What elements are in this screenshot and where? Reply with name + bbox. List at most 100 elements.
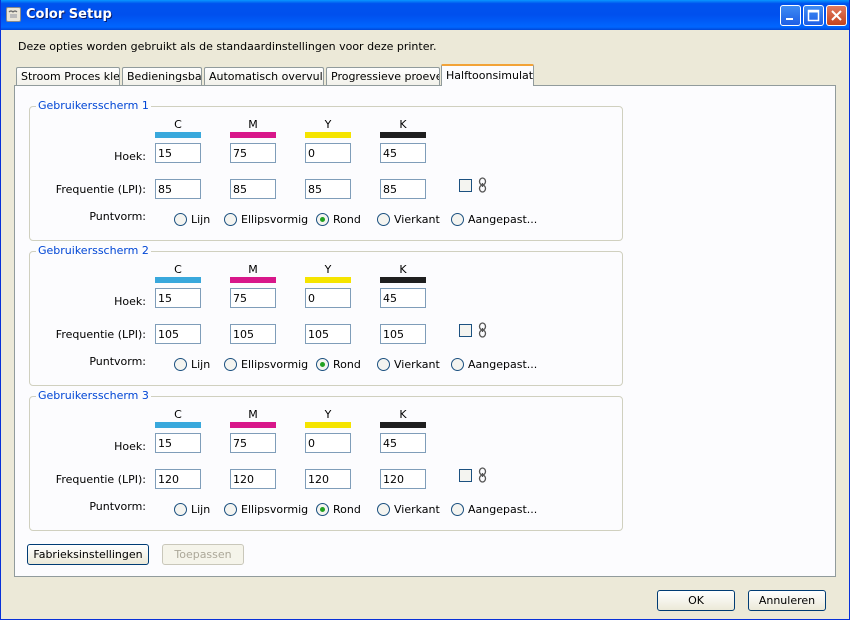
radio-button[interactable] [451, 213, 464, 226]
frequency-input-y[interactable] [305, 324, 351, 344]
channel-label-c: C [174, 263, 182, 276]
chain-link-icon [478, 177, 487, 193]
close-button[interactable] [826, 5, 847, 26]
dot-shape-label: Puntvorm: [89, 210, 146, 223]
dot-shape-label: Puntvorm: [89, 500, 146, 513]
angle-input-m[interactable] [230, 143, 276, 163]
angle-label: Hoek: [114, 150, 146, 163]
radio-label: Rond [333, 503, 361, 516]
frequency-label: Frequentie (LPI): [55, 183, 146, 196]
channel-label-k: K [399, 408, 407, 421]
radio-label: Vierkant [394, 358, 440, 371]
screen-group-2: Gebruikersscherm 2 Hoek: Frequentie (LPI):… [29, 244, 623, 386]
apply-button[interactable]: Toepassen [162, 544, 244, 565]
radio-button[interactable] [377, 503, 390, 516]
radio-button[interactable] [377, 358, 390, 371]
dot-shape-label: Puntvorm: [89, 355, 146, 368]
radio-label: Lijn [191, 503, 211, 516]
factory-settings-button[interactable]: Fabrieksinstellingen [27, 544, 149, 565]
channel-label-c: C [174, 118, 182, 131]
radio-button[interactable] [224, 213, 237, 226]
frequency-input-y[interactable] [305, 469, 351, 489]
ok-button[interactable]: OK [657, 590, 735, 611]
title-bar[interactable]: Color Setup [1, 0, 849, 30]
frequency-label: Frequentie (LPI): [55, 473, 146, 486]
angle-input-k[interactable] [380, 433, 426, 453]
channel-color-bar-m [230, 422, 276, 428]
channel-color-bar-y [305, 277, 351, 283]
angle-input-k[interactable] [380, 143, 426, 163]
radio-label: Ellipsvormig [241, 503, 309, 516]
frequency-input-y[interactable] [305, 179, 351, 199]
tab-halftoonsimulatie[interactable]: Halftoonsimulatie [441, 64, 534, 86]
angle-label: Hoek: [114, 440, 146, 453]
channel-color-bar-m [230, 132, 276, 138]
channel-label-m: M [248, 408, 258, 421]
radio-button[interactable] [316, 503, 329, 516]
radio-label: Aangepast... [468, 358, 538, 371]
link-frequencies-checkbox[interactable] [459, 324, 472, 337]
radio-button[interactable] [377, 213, 390, 226]
frequency-input-m[interactable] [230, 324, 276, 344]
angle-label: Hoek: [114, 295, 146, 308]
link-frequencies-checkbox[interactable] [459, 179, 472, 192]
cancel-button[interactable]: Annuleren [748, 590, 826, 611]
window-title: Color Setup [26, 7, 112, 22]
radio-button[interactable] [451, 358, 464, 371]
radio-label: Aangepast... [468, 503, 538, 516]
link-frequencies-checkbox[interactable] [459, 469, 472, 482]
radio-button[interactable] [316, 213, 329, 226]
tab-bedieningsbalk[interactable]: Bedieningsbalk [122, 67, 202, 85]
frequency-input-c[interactable] [155, 469, 201, 489]
radio-label: Vierkant [394, 213, 440, 226]
frequency-input-m[interactable] [230, 179, 276, 199]
angle-input-c[interactable] [155, 288, 201, 308]
radio-button[interactable] [451, 503, 464, 516]
angle-input-m[interactable] [230, 433, 276, 453]
color-setup-window: Color Setup Deze opties worden gebruikt … [0, 0, 850, 620]
channel-color-bar-k [380, 132, 426, 138]
tab-automatisch-overvullen[interactable]: Automatisch overvullen [204, 67, 324, 85]
channel-color-bar-y [305, 132, 351, 138]
angle-input-y[interactable] [305, 288, 351, 308]
channel-label-y: Y [324, 408, 332, 421]
channel-label-y: Y [324, 118, 332, 131]
radio-button[interactable] [174, 503, 187, 516]
maximize-button[interactable] [803, 5, 824, 26]
radio-label: Aangepast... [468, 213, 538, 226]
radio-button[interactable] [316, 358, 329, 371]
chain-link-icon [478, 467, 487, 483]
radio-label: Vierkant [394, 503, 440, 516]
radio-label: Rond [333, 358, 361, 371]
channel-label-k: K [399, 263, 407, 276]
angle-input-c[interactable] [155, 433, 201, 453]
frequency-input-k[interactable] [380, 469, 426, 489]
tab-progressieve-proeven[interactable]: Progressieve proeven [326, 67, 440, 85]
tab-stroom-proces-kleur[interactable]: Stroom Proces kleur [16, 67, 120, 85]
radio-button[interactable] [224, 358, 237, 371]
angle-input-y[interactable] [305, 143, 351, 163]
channel-color-bar-m [230, 277, 276, 283]
radio-label: Ellipsvormig [241, 213, 309, 226]
angle-input-k[interactable] [380, 288, 426, 308]
radio-button[interactable] [174, 213, 187, 226]
minimize-button[interactable] [780, 5, 801, 26]
frequency-input-c[interactable] [155, 179, 201, 199]
screen-group-title: Gebruikersscherm 3 [36, 389, 151, 402]
radio-button[interactable] [224, 503, 237, 516]
screen-group-title: Gebruikersscherm 2 [36, 244, 151, 257]
radio-label: Rond [333, 213, 361, 226]
frequency-input-k[interactable] [380, 324, 426, 344]
screen-group-1: Gebruikersscherm 1 Hoek: Frequentie (LPI):… [29, 99, 623, 241]
channel-color-bar-k [380, 277, 426, 283]
frequency-input-k[interactable] [380, 179, 426, 199]
app-icon [6, 7, 21, 22]
angle-input-m[interactable] [230, 288, 276, 308]
channel-label-y: Y [324, 263, 332, 276]
channel-label-k: K [399, 118, 407, 131]
angle-input-c[interactable] [155, 143, 201, 163]
frequency-input-c[interactable] [155, 324, 201, 344]
frequency-input-m[interactable] [230, 469, 276, 489]
radio-button[interactable] [174, 358, 187, 371]
angle-input-y[interactable] [305, 433, 351, 453]
